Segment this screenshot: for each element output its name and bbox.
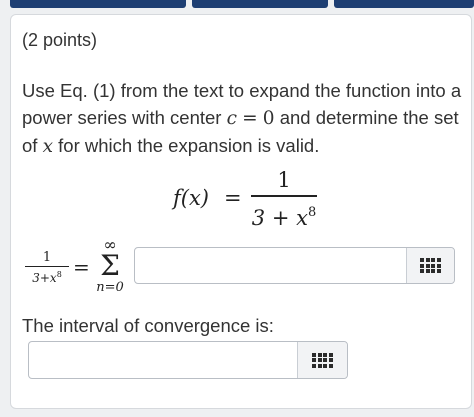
nav-tab-2[interactable] <box>192 0 328 8</box>
series-equals: = <box>73 255 90 279</box>
series-answer-input[interactable] <box>135 248 407 283</box>
interval-math-palette-button[interactable] <box>297 342 347 378</box>
points-label: (2 points) <box>22 30 98 50</box>
nav-tab-3[interactable] <box>334 0 474 8</box>
series-lhs-numerator: 1 <box>42 250 52 265</box>
formula-fraction: 1 3 + x8 <box>251 166 317 230</box>
sum-symbol: Σ <box>100 249 120 282</box>
variable-x: x <box>42 136 54 157</box>
interval-label: The interval of convergence is: <box>22 315 274 336</box>
series-math-palette-button[interactable] <box>406 248 454 283</box>
problem-statement: Use Eq. (1) from the text to expand the … <box>22 77 467 160</box>
formula-equals: = <box>224 186 242 210</box>
problem-text-3: for which the expansion is valid. <box>58 135 320 156</box>
center-equals: = <box>242 108 258 129</box>
series-lhs-denominator: 3+x8 <box>32 270 62 285</box>
grid-icon <box>420 258 441 273</box>
interval-answer-input[interactable] <box>29 342 299 378</box>
center-variable: c <box>226 108 237 129</box>
nav-tab-1[interactable] <box>10 0 186 8</box>
formula-numerator: 1 <box>277 168 291 192</box>
grid-icon <box>312 352 333 368</box>
summation: ∞ Σ n=0 <box>93 237 127 296</box>
series-lhs-fraction: 1 3+x8 <box>25 251 69 285</box>
formula-denominator: 3 + x8 <box>251 204 317 230</box>
sum-lower-limit: n=0 <box>96 280 124 295</box>
series-lhs-fraction-bar <box>25 266 69 267</box>
top-navigation-tabs <box>0 0 474 9</box>
function-lhs: f(x) <box>173 186 210 210</box>
formula-fraction-bar <box>251 195 317 197</box>
series-answer-box <box>134 247 455 284</box>
interval-answer-box <box>28 341 348 379</box>
center-value: 0 <box>262 108 275 129</box>
